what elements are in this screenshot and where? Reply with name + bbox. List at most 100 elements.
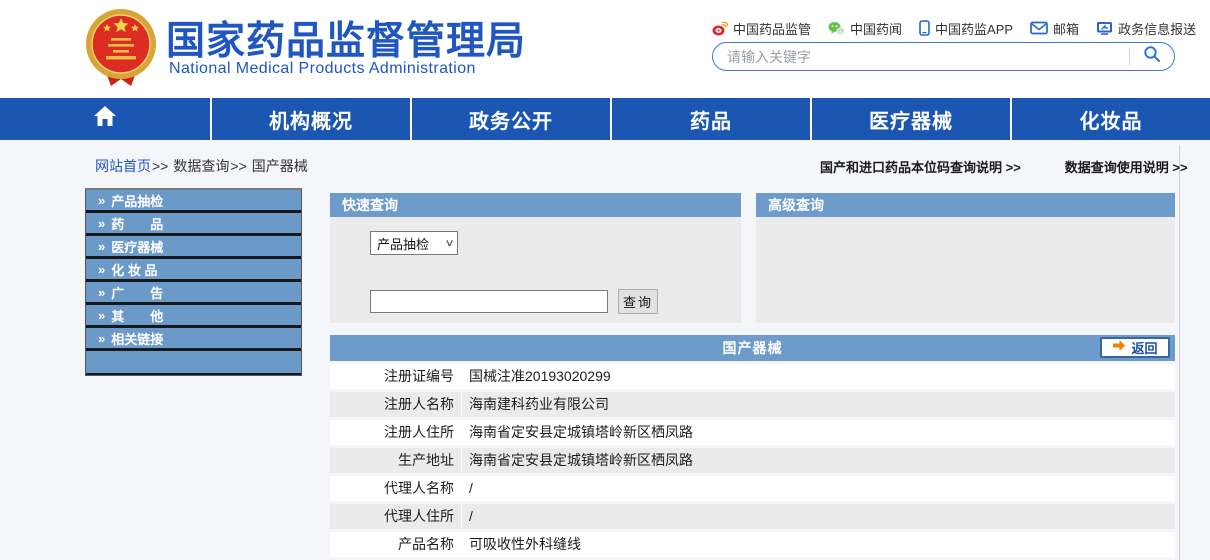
quick-link-label: 中国药品监管 [733,19,811,38]
search-button[interactable] [1130,43,1174,70]
table-row: 代理人住所 / [330,504,1175,529]
quick-link-app[interactable]: 中国药监APP [919,19,1013,38]
page: 国家药品监督管理局 National Medical Products Admi… [0,0,1210,560]
row-label: 注册证编号 [330,364,462,389]
breadcrumb-current: 国产器械 [252,158,308,174]
nav-item-cosmetics[interactable]: 化妆品 [1010,98,1210,140]
orange-arrow-icon [1112,339,1126,357]
barcode-help-link[interactable]: 国产和进口药品本位码查询说明 >> [820,157,1021,176]
row-label: 产品名称 [330,532,462,557]
site-subtitle: National Medical Products Administration [169,60,476,78]
sidebar-item-cosmetics[interactable]: » 化 妆 品 [86,259,301,282]
advanced-query-body [756,217,1175,323]
quick-link-mail[interactable]: 邮箱 [1030,19,1079,38]
site-title: 国家药品监督管理局 [166,10,526,66]
table-row: 注册人名称 海南建科药业有限公司 [330,392,1175,417]
header-quick-links: 中国药品监管 中国药闻 [712,18,1182,38]
row-value: 可吸收性外科缝线 [462,532,1175,557]
table-row: 代理人名称 / [330,476,1175,501]
row-label: 代理人名称 [330,476,462,501]
sidebar-item-label: 医疗器械 [111,237,163,256]
row-value: 海南省定安县定城镇塔岭新区栖凤路 [462,420,1175,445]
site-search [712,42,1175,71]
table-row: 注册证编号 国械注准20193020299 [330,364,1175,389]
category-select-value: 产品抽检 [377,234,429,253]
row-value: / [462,476,1175,501]
category-select[interactable]: 产品抽检 ∨ [370,231,458,255]
double-chevron-icon: » [98,239,105,254]
quick-link-wechat[interactable]: 中国药闻 [828,19,902,38]
query-help-link[interactable]: 数据查询使用说明 >> [1065,157,1188,176]
sidebar-item-label: 药 品 [111,214,163,233]
sidebar-item-label: 其 他 [111,306,163,325]
result-table-title: 国产器械 [723,338,783,358]
home-icon [93,105,117,133]
row-value: / [462,504,1175,529]
sidebar-item-advertising[interactable]: » 广 告 [86,282,301,305]
sidebar-item-drugs[interactable]: » 药 品 [86,213,301,236]
mail-icon [1030,21,1048,35]
double-chevron-icon: » [98,308,105,323]
phone-icon [919,20,930,36]
breadcrumb-separator: >> [230,158,246,174]
quick-query-panel: 快速查询 产品抽检 ∨ 查询 [330,193,741,323]
quick-link-label: 邮箱 [1053,19,1079,38]
wechat-icon [828,21,845,36]
quick-query-body: 产品抽检 ∨ 查询 [330,217,741,323]
quick-query-title: 快速查询 [330,193,741,217]
sidebar-item-medical-devices[interactable]: » 医疗器械 [86,236,301,259]
sidebar-item-label: 化 妆 品 [111,260,157,279]
sidebar-item-related-links[interactable]: » 相关链接 [86,328,301,351]
help-links: 国产和进口药品本位码查询说明 >> 数据查询使用说明 >> [820,157,1170,176]
advanced-query-panel: 高级查询 [756,193,1175,323]
row-value: 海南省定安县定城镇塔岭新区栖凤路 [462,448,1175,473]
breadcrumb-data-query[interactable]: 数据查询 [173,158,229,174]
double-chevron-icon: » [98,216,105,231]
double-chevron-icon: » [98,262,105,277]
nav-item-devices[interactable]: 医疗器械 [810,98,1010,140]
main-nav: 机构概况 政务公开 药品 医疗器械 化妆品 [0,98,1210,140]
result-table: 国产器械 返回 注册证编号 国械注准20193020299 注册人名称 海南建科… [330,335,1175,557]
breadcrumb-home-link[interactable]: 网站首页 [95,158,151,174]
row-value: 国械注准20193020299 [462,364,1175,389]
nav-home[interactable] [0,98,210,140]
row-label: 注册人名称 [330,392,462,417]
site-header: 国家药品监督管理局 National Medical Products Admi… [0,0,1210,98]
table-row: 注册人住所 海南省定安县定城镇塔岭新区栖凤路 [330,420,1175,445]
quick-link-label: 政务信息报送 [1118,19,1196,38]
result-table-header: 国产器械 返回 [330,335,1175,361]
breadcrumb: 网站首页>>数据查询>>国产器械 [95,156,308,176]
sidebar-filler [86,351,301,375]
advanced-query-title: 高级查询 [756,193,1175,217]
row-value: 海南建科药业有限公司 [462,392,1175,417]
quick-link-label: 中国药闻 [850,19,902,38]
row-label: 生产地址 [330,448,462,473]
weibo-icon [712,21,728,36]
sidebar-item-label: 产品抽检 [111,191,163,210]
nav-item-gov[interactable]: 政务公开 [410,98,610,140]
back-button[interactable]: 返回 [1100,337,1170,358]
back-button-label: 返回 [1131,338,1157,357]
breadcrumb-separator: >> [152,158,168,174]
double-chevron-icon: » [98,285,105,300]
quick-link-weibo[interactable]: 中国药品监管 [712,19,811,38]
row-label: 代理人住所 [330,504,462,529]
chevron-down-icon: ∨ [444,238,454,249]
sidebar-item-other[interactable]: » 其 他 [86,305,301,328]
sidebar-item-product-sampling[interactable]: » 产品抽检 [86,190,301,213]
quick-link-report[interactable]: 政务信息报送 [1096,19,1196,38]
sidebar-item-label: 相关链接 [111,329,163,348]
monitor-icon [1096,21,1113,36]
double-chevron-icon: » [98,331,105,346]
table-row: 产品名称 可吸收性外科缝线 [330,532,1175,557]
nav-item-drugs[interactable]: 药品 [610,98,810,140]
national-emblem-logo [84,7,158,91]
quick-link-label: 中国药监APP [935,19,1013,38]
search-icon [1143,45,1161,68]
sidebar-menu: » 产品抽检 » 药 品 » 医疗器械 » 化 妆 品 » 广 告 » 其 他 [85,188,302,376]
query-keyword-input[interactable] [370,290,608,313]
table-row: 生产地址 海南省定安县定城镇塔岭新区栖凤路 [330,448,1175,473]
nav-item-org[interactable]: 机构概况 [210,98,410,140]
search-input[interactable] [713,49,1129,65]
query-submit-button[interactable]: 查询 [618,289,658,314]
